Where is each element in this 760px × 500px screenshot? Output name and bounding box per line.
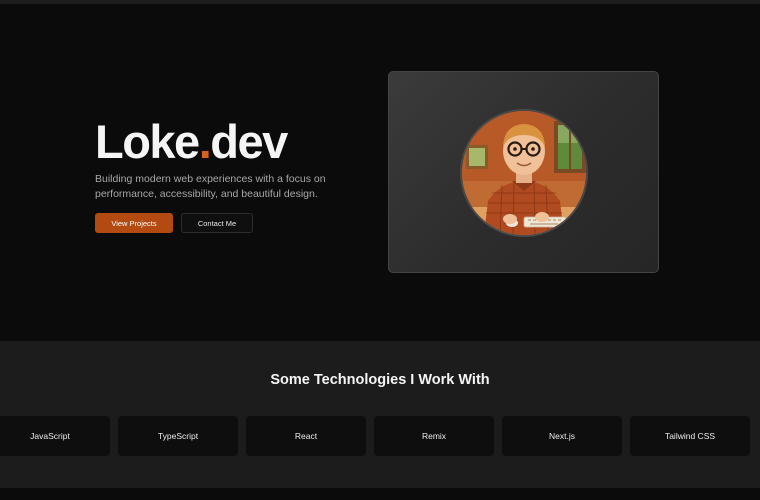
brand-tld: dev xyxy=(210,115,288,168)
footer-strip xyxy=(0,488,760,500)
hero-tagline: Building modern web experiences with a f… xyxy=(95,173,326,200)
technology-list: JavaScript TypeScript React Remix Next.j… xyxy=(0,416,760,456)
brand-name: Loke xyxy=(95,115,200,168)
tech-tile-javascript: JavaScript xyxy=(0,416,110,456)
brand-dot: . xyxy=(198,115,212,168)
view-projects-button[interactable]: View Projects xyxy=(95,213,173,233)
technologies-title: Some Technologies I Work With xyxy=(270,372,490,388)
tech-tile-react: React xyxy=(246,416,366,456)
profile-card xyxy=(388,71,659,273)
hero-section: Loke.dev Building modern web experiences… xyxy=(0,4,760,341)
avatar xyxy=(460,109,588,237)
technologies-section: Some Technologies I Work With JavaScript… xyxy=(0,341,760,488)
tech-tile-remix: Remix xyxy=(374,416,494,456)
brand-logo: Loke.dev xyxy=(95,114,288,170)
contact-me-button[interactable]: Contact Me xyxy=(181,213,253,233)
tech-tile-tailwind: Tailwind CSS xyxy=(630,416,750,456)
tech-tile-typescript: TypeScript xyxy=(118,416,238,456)
tech-tile-nextjs: Next.js xyxy=(502,416,622,456)
